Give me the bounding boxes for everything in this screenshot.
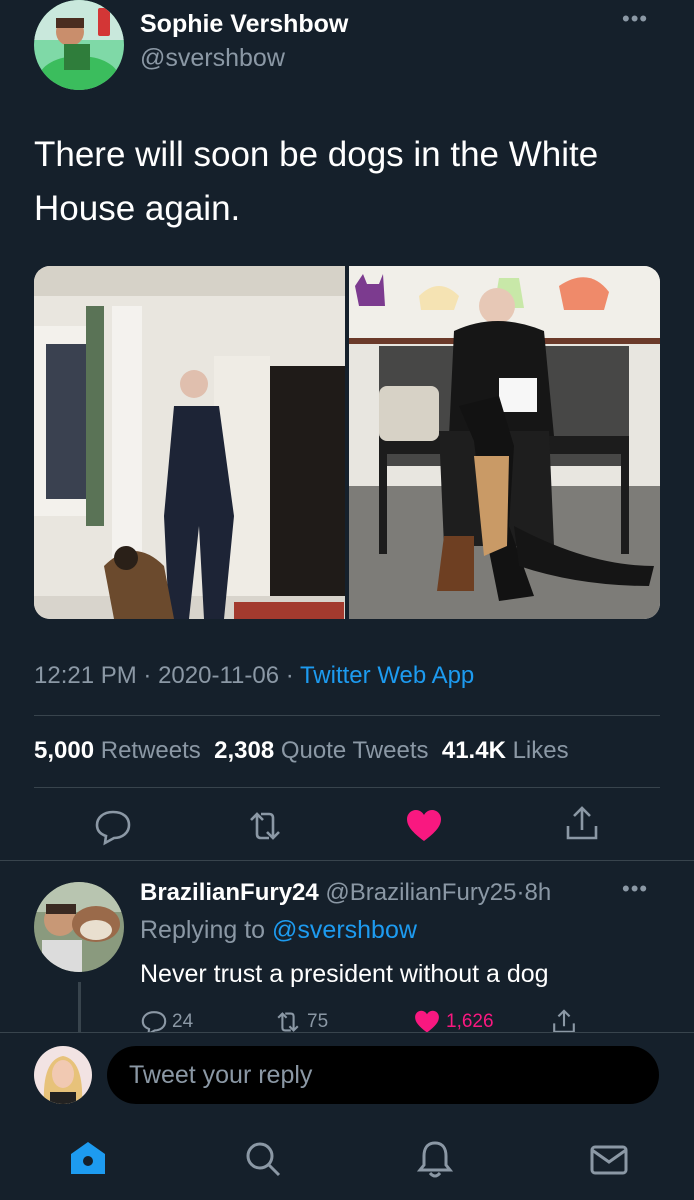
- retweets-stat[interactable]: 5,000 Retweets: [34, 737, 201, 764]
- photo-porch-dog: [34, 266, 345, 619]
- reply-header: BrazilianFury24 @BrazilianFury25·8h: [140, 879, 551, 907]
- meta-separator: ·: [285, 662, 294, 689]
- reply-author-name[interactable]: BrazilianFury24: [140, 879, 319, 906]
- reply-like-count: 1,626: [446, 1011, 494, 1032]
- divider: [0, 860, 694, 861]
- share-icon[interactable]: [562, 804, 602, 844]
- author-name[interactable]: Sophie Vershbow: [140, 10, 348, 39]
- bell-icon[interactable]: [414, 1138, 456, 1180]
- divider: [34, 787, 660, 788]
- meta-separator: ·: [516, 879, 525, 906]
- reply-reply-count: 24: [172, 1011, 194, 1032]
- mail-icon[interactable]: [588, 1138, 630, 1180]
- heart-icon[interactable]: [404, 806, 444, 846]
- tweet-text: There will soon be dogs in the White Hou…: [34, 135, 599, 228]
- reply-age: 8h: [524, 879, 552, 906]
- thread-line: [78, 982, 81, 1032]
- tweet-photo-2[interactable]: [349, 266, 660, 619]
- tweet-source-link[interactable]: Twitter Web App: [300, 662, 474, 689]
- tweet-meta: 12:21 PM · 2020-11-06 · Twitter Web App: [34, 662, 474, 690]
- current-user-avatar[interactable]: [34, 1046, 92, 1104]
- reply-author-avatar[interactable]: [34, 882, 124, 972]
- reply-retweet-count: 75: [307, 1011, 329, 1032]
- more-icon[interactable]: •••: [622, 6, 648, 32]
- author-avatar-image: [34, 0, 124, 90]
- reply-icon[interactable]: [93, 806, 133, 846]
- replying-prefix: Replying to: [140, 916, 266, 944]
- tweet-time: 12:21 PM: [34, 662, 137, 689]
- reply-avatar-image: [34, 882, 124, 972]
- tweet-photo-1[interactable]: [34, 266, 345, 619]
- tweet-date: 2020-11-06: [158, 662, 280, 689]
- photo-bench-dog: [349, 266, 660, 619]
- author-handle[interactable]: @svershbow: [140, 44, 285, 73]
- reply-author-handle[interactable]: @BrazilianFury25: [325, 879, 516, 906]
- divider: [34, 715, 660, 716]
- tweet-media[interactable]: [34, 266, 660, 619]
- replying-to-link[interactable]: @svershbow: [272, 916, 417, 944]
- author-avatar[interactable]: [34, 0, 124, 90]
- meta-separator: ·: [143, 662, 152, 689]
- reply-input[interactable]: Tweet your reply: [107, 1046, 659, 1104]
- likes-stat[interactable]: 41.4K Likes: [442, 737, 569, 764]
- retweet-icon[interactable]: [245, 806, 285, 846]
- reply-replying-to: Replying to @svershbow: [140, 916, 417, 945]
- reply-text: Never trust a president without a dog: [140, 960, 549, 988]
- quote-tweets-stat[interactable]: 2,308 Quote Tweets: [214, 737, 428, 764]
- search-icon[interactable]: [242, 1138, 284, 1180]
- tweet-stats: 5,000 Retweets 2,308 Quote Tweets 41.4K …: [34, 737, 569, 765]
- home-icon[interactable]: [67, 1138, 109, 1180]
- reply-more-icon[interactable]: •••: [622, 876, 648, 902]
- current-user-avatar-image: [34, 1046, 92, 1104]
